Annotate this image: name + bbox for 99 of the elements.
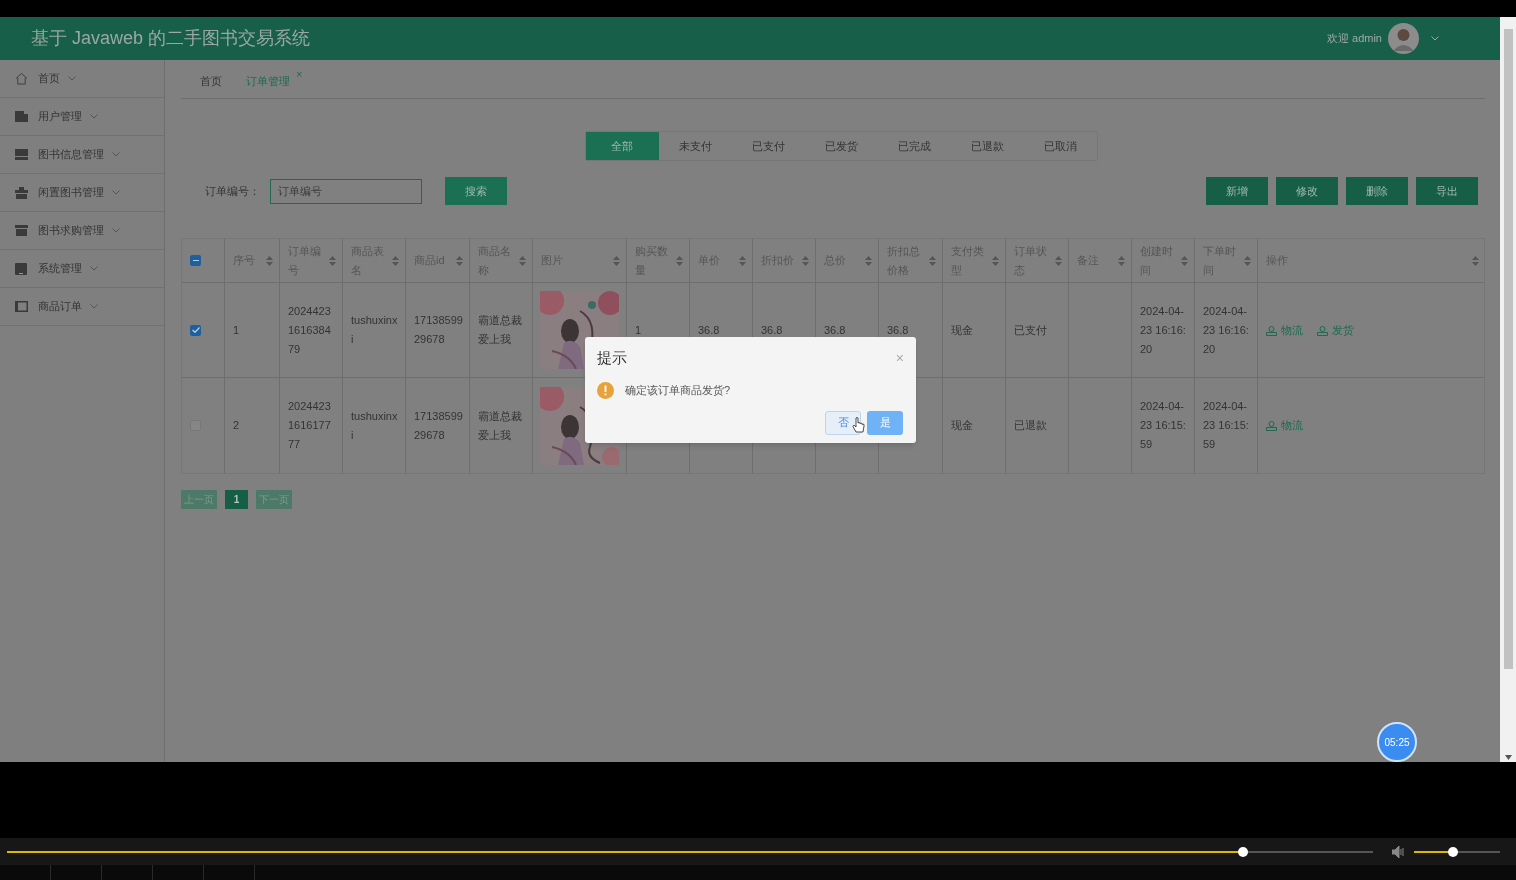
sidebar-item[interactable]: 系统管理: [0, 250, 164, 288]
status-tab[interactable]: 全部: [585, 132, 659, 160]
sort-icon: [1472, 255, 1479, 266]
table-cell-text: 现金: [951, 418, 973, 433]
sort-icon: [992, 255, 999, 266]
sort-icon: [1118, 255, 1125, 266]
chevron-down-icon: [68, 76, 76, 81]
row-action-link[interactable]: 物流: [1266, 417, 1303, 434]
status-tab[interactable]: 未支付: [658, 132, 732, 160]
search-button[interactable]: 搜索: [445, 177, 507, 205]
sort-icon: [456, 255, 463, 266]
sort-icon: [392, 255, 399, 266]
table-cell-text: 2024423161617777: [288, 399, 332, 452]
volume-icon[interactable]: [1392, 845, 1406, 858]
sort-icon: [1055, 255, 1062, 266]
table-cell-text: 36.8: [698, 322, 720, 338]
table-cell-text: 已支付: [1014, 322, 1047, 338]
action-button[interactable]: 删除: [1346, 177, 1408, 205]
table-cell-text: 2: [233, 418, 240, 433]
tablet-icon: [15, 262, 27, 275]
table-cell-text: 2024-04-23 16:15:59: [1140, 399, 1187, 452]
dialog-button[interactable]: 是: [867, 410, 903, 435]
sidebar-item[interactable]: 商品订单: [0, 288, 164, 326]
action-button[interactable]: 导出: [1416, 177, 1478, 205]
dialog-title: 提示: [597, 348, 627, 368]
action-button[interactable]: 修改: [1276, 177, 1338, 205]
welcome-text: 欢迎 admin: [1326, 31, 1382, 47]
chevron-down-icon: [112, 190, 120, 195]
sort-icon: [1181, 255, 1188, 266]
app-title: 基于 Javaweb 的二手图书交易系统: [31, 27, 311, 50]
laptop-icon: [15, 149, 28, 160]
avatar[interactable]: [1388, 23, 1419, 54]
sort-icon: [266, 255, 273, 266]
dialog-message: 确定该订单商品发货?: [625, 382, 731, 398]
table-cell-text: 36.8: [761, 322, 783, 338]
table-cell-text: 2024423161638479: [288, 303, 332, 357]
sort-icon: [865, 255, 872, 266]
page-tab[interactable]: 首页: [200, 72, 222, 89]
table-cell-text: 1713859929678: [414, 313, 463, 347]
status-tab[interactable]: 已完成: [877, 132, 951, 160]
table-cell-text: 1: [635, 322, 642, 338]
sidebar-item[interactable]: 闲置图书管理: [0, 174, 164, 212]
sort-icon: [1244, 255, 1251, 266]
table-cell-text: 36.8: [887, 322, 909, 338]
archive-icon: [15, 225, 28, 236]
close-icon[interactable]: ×: [895, 351, 904, 366]
scrollbar-thumb[interactable]: [1503, 29, 1513, 669]
table-cell-text: 1: [233, 322, 240, 338]
row-action-link[interactable]: 发货: [1317, 321, 1354, 339]
chevron-down-icon: [1431, 36, 1439, 41]
table-cell-text: 已退款: [1014, 418, 1047, 433]
home-icon: [15, 72, 28, 85]
status-tab[interactable]: 已发货: [804, 132, 878, 160]
package-icon: [1266, 420, 1277, 431]
warning-icon: [597, 381, 614, 399]
table-cell-text: 1713859929678: [414, 408, 463, 443]
table-cell-text: 2024-04-23 16:15:59: [1203, 399, 1250, 452]
table-cell-text: 2024-04-23 16:16:20: [1140, 303, 1187, 357]
checkbox[interactable]: [190, 255, 201, 266]
table-cell-text: 现金: [951, 322, 973, 338]
chevron-down-icon: [112, 228, 120, 233]
timer-badge: 05:25: [1377, 722, 1417, 762]
table-cell-text: 霸道总裁爱上我: [478, 408, 523, 443]
progress-handle[interactable]: [1238, 846, 1249, 857]
action-button[interactable]: 新增: [1206, 177, 1268, 205]
chevron-down-icon: [90, 266, 98, 271]
gift-icon: [15, 186, 28, 199]
sort-icon: [802, 255, 809, 266]
table-cell-text: 36.8: [824, 322, 846, 338]
minus-icon: [192, 259, 199, 262]
chevron-down-icon: [90, 114, 98, 119]
table-cell-text: 2024-04-23 16:16:20: [1203, 303, 1250, 357]
package-icon: [1317, 324, 1328, 336]
row-action-link[interactable]: 物流: [1266, 321, 1303, 339]
package-icon: [1266, 324, 1277, 336]
scroll-down-icon[interactable]: [1504, 755, 1512, 760]
chevron-down-icon: [112, 152, 120, 157]
table-cell-text: 霸道总裁爱上我: [478, 313, 523, 347]
volume-handle[interactable]: [1447, 846, 1458, 857]
sidebar-item[interactable]: 用户管理: [0, 98, 164, 136]
panel-icon: [15, 301, 28, 312]
page-button[interactable]: 1: [225, 490, 248, 509]
sidebar-item[interactable]: 首页: [0, 60, 164, 98]
sort-icon: [329, 255, 336, 266]
status-tab[interactable]: 已取消: [1023, 132, 1097, 160]
status-tab[interactable]: 已退款: [950, 132, 1024, 160]
checkbox[interactable]: [190, 324, 201, 336]
check-icon: [191, 327, 200, 333]
sort-icon: [929, 255, 936, 266]
sort-icon: [676, 255, 683, 266]
search-label: 订单编号：: [205, 183, 260, 199]
sort-icon: [519, 255, 526, 266]
status-tab[interactable]: 已支付: [731, 132, 805, 160]
sort-icon: [613, 255, 620, 266]
sort-icon: [739, 255, 746, 266]
hand-cursor-icon: [852, 416, 865, 434]
chevron-down-icon: [90, 304, 98, 309]
sidebar-item[interactable]: 图书求购管理: [0, 212, 164, 250]
sidebar-item[interactable]: 图书信息管理: [0, 136, 164, 174]
